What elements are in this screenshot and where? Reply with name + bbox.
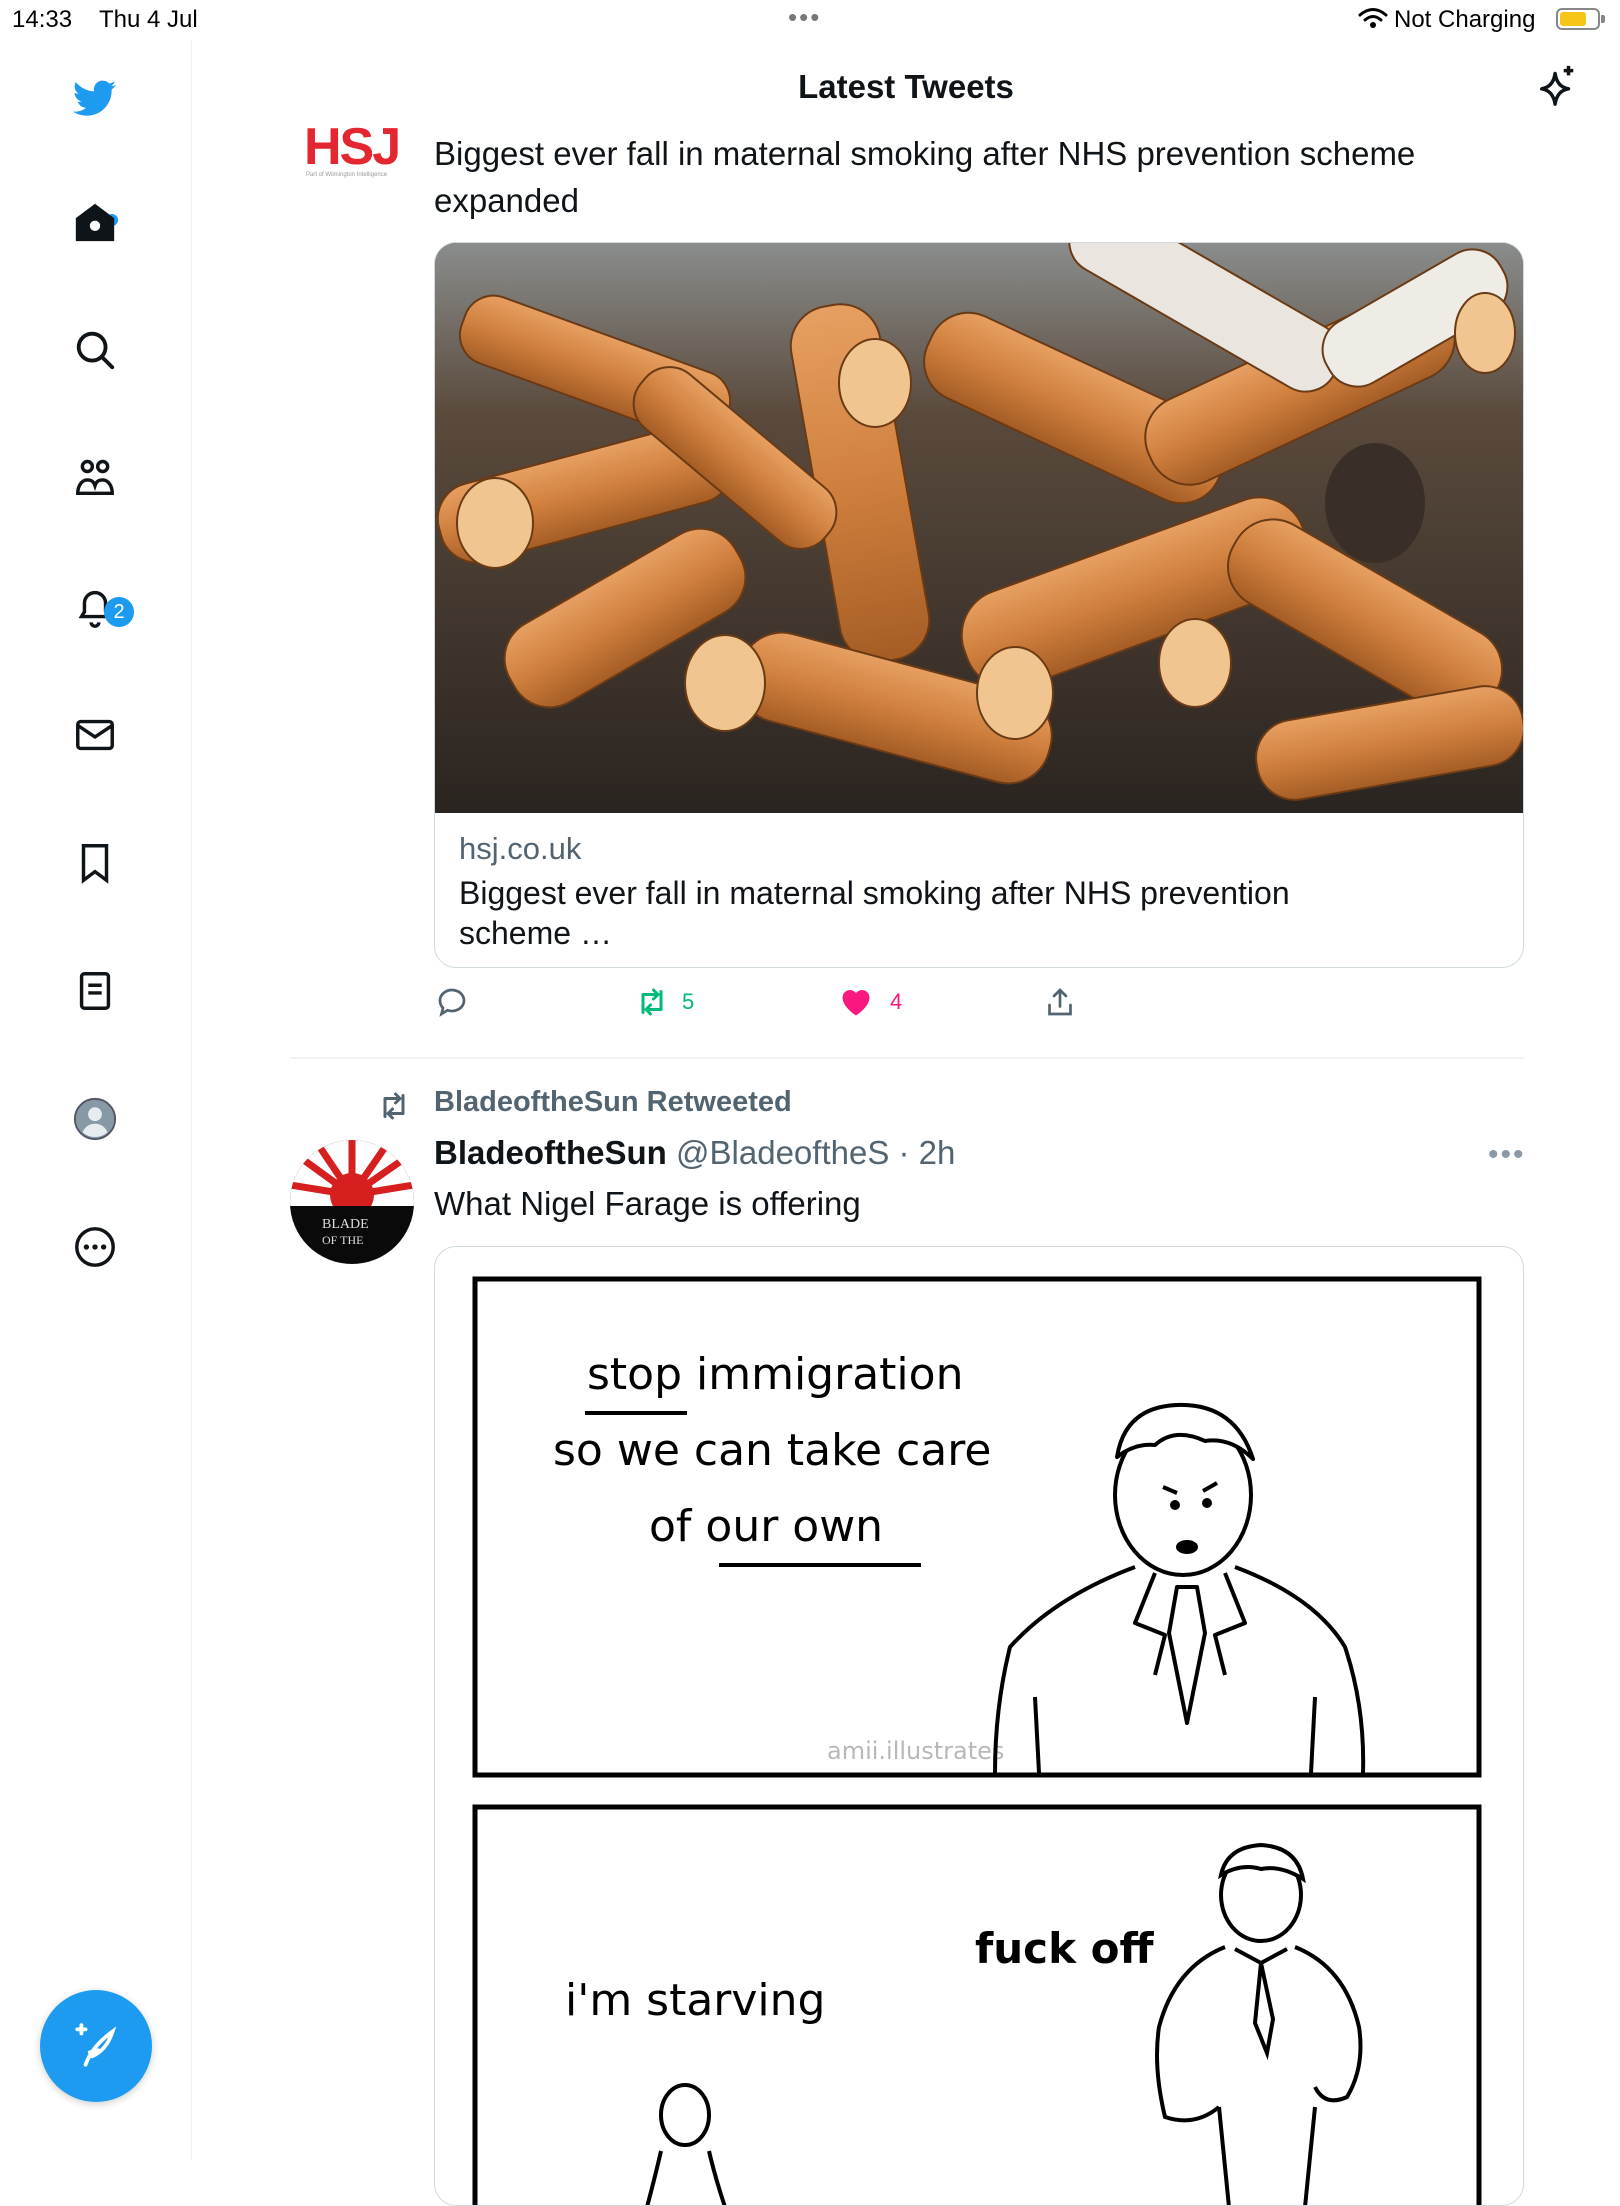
notifications-badge: 2 (104, 597, 134, 627)
search-icon[interactable] (66, 321, 124, 379)
comic-text: stop immigration (587, 1349, 963, 1400)
avatar-text-line: BLADE (322, 1217, 369, 1232)
sidebar: 2 (0, 40, 192, 2160)
card-title: Biggest ever fall in maternal smoking af… (459, 873, 1479, 953)
comic-text: of our own (649, 1501, 883, 1552)
status-time: 14:33 (12, 6, 73, 33)
link-card[interactable]: hsj.co.uk Biggest ever fall in maternal … (434, 242, 1524, 968)
compose-tweet-button[interactable] (40, 1990, 152, 2102)
lists-icon[interactable] (66, 962, 124, 1020)
retweeted-icon (383, 1092, 405, 1120)
tweet-divider (290, 1057, 1524, 1059)
tweet-author-line: BladeoftheSun @BladeoftheS · 2h (434, 1134, 955, 1172)
tweet-more-button[interactable]: ••• (1488, 1138, 1526, 1172)
like-button[interactable]: 4 (838, 984, 902, 1020)
sparkle-icon[interactable] (1534, 62, 1580, 108)
author-name[interactable]: BladeoftheSun (434, 1134, 667, 1171)
compose-feather-icon (75, 2023, 117, 2067)
retweet-icon (641, 988, 663, 1016)
card-title-line: scheme … (459, 915, 612, 951)
comic-text: fuck off (975, 1924, 1154, 1973)
status-date: Thu 4 Jul (99, 6, 198, 33)
tweet-text-line: expanded (434, 182, 579, 219)
communities-icon[interactable] (66, 449, 124, 507)
card-title-line: Biggest ever fall in maternal smoking af… (459, 875, 1290, 911)
share-button[interactable] (1042, 984, 1078, 1020)
multitasking-dots[interactable]: ••• (788, 2, 821, 33)
profile-avatar-icon[interactable] (66, 1090, 124, 1148)
charging-status: Not Charging (1394, 6, 1536, 33)
bookmarks-icon[interactable] (66, 834, 124, 892)
comic-text: so we can take care (553, 1425, 991, 1476)
retweet-count: 5 (682, 989, 695, 1014)
like-count: 4 (890, 989, 903, 1014)
avatar-text-line: OF THE (322, 1233, 363, 1247)
avatar-logo-text: HSJ (304, 118, 399, 176)
bladeofthesun-avatar[interactable]: BLADE OF THE (290, 1140, 414, 1264)
tweet-text: Biggest ever fall in maternal smoking af… (434, 130, 1415, 224)
reply-button[interactable] (434, 984, 470, 1020)
more-options-icon[interactable] (66, 1218, 124, 1276)
comic-text: i'm starving (565, 1975, 825, 2026)
share-icon (1048, 988, 1072, 1016)
comic-image[interactable]: stop immigration so we can take care of … (434, 1246, 1524, 2206)
tweet-text-line: Biggest ever fall in maternal smoking af… (434, 135, 1416, 172)
article-photo (435, 243, 1523, 813)
battery-icon (1556, 8, 1605, 30)
status-bar: 14:33 Thu 4 Jul ••• Not Charging (0, 0, 1620, 40)
twitter-logo-icon[interactable] (66, 70, 124, 128)
wifi-icon (1358, 8, 1388, 28)
author-handle[interactable]: @BladeoftheS (676, 1134, 889, 1171)
avatar-logo-subtext: Part of Wilmington Intelligence (306, 172, 388, 178)
retweet-button[interactable]: 5 (634, 984, 694, 1020)
hsj-avatar[interactable]: HSJ Part of Wilmington Intelligence (292, 100, 414, 212)
comic-watermark: amii.illustrates (827, 1737, 1004, 1765)
reply-icon (438, 988, 466, 1017)
home-icon[interactable] (66, 193, 124, 251)
tweet-text: What Nigel Farage is offering (434, 1185, 861, 1222)
card-domain: hsj.co.uk (459, 831, 582, 866)
retweeted-by-label[interactable]: BladeoftheSun Retweeted (434, 1086, 792, 1119)
tweet-time: · 2h (898, 1134, 956, 1171)
messages-icon[interactable] (66, 706, 124, 764)
heart-icon (842, 990, 870, 1016)
